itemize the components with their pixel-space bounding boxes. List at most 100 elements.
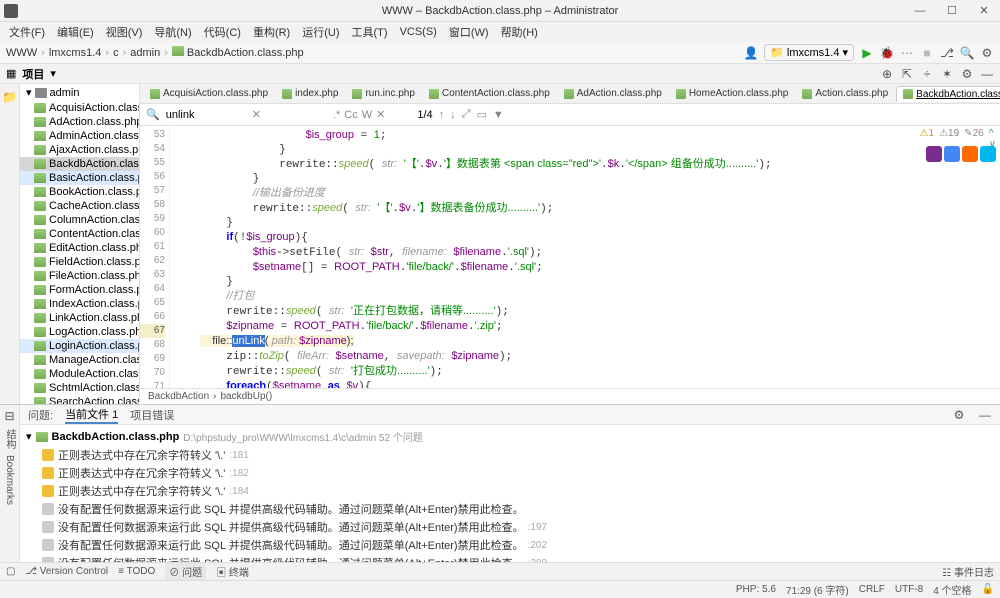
- case-icon[interactable]: Cc: [344, 109, 357, 121]
- tree-file-item[interactable]: AdminAction.class.ph: [20, 129, 139, 143]
- tree-file-item[interactable]: LoginAction.class.php: [20, 339, 139, 353]
- toolwin-toggle-icon[interactable]: ▢: [6, 566, 15, 577]
- issue-row[interactable]: 正则表达式中存在冗余字符转义 '\.':182: [20, 464, 1000, 482]
- menu-item[interactable]: 文件(F): [4, 22, 50, 42]
- tw-eventlog[interactable]: ☷ 事件日志: [942, 564, 994, 579]
- issue-row[interactable]: 正则表达式中存在冗余字符转义 '\.':181: [20, 446, 1000, 464]
- in-selection-icon[interactable]: ▭: [476, 108, 486, 121]
- tab-project-errors[interactable]: 项目错误: [130, 407, 174, 423]
- tree-file-item[interactable]: FieldAction.class.php: [20, 255, 139, 269]
- status-pos[interactable]: 71:29 (6 字符): [786, 582, 849, 597]
- structure-breadcrumb[interactable]: BackdbAction›backdbUp(): [140, 388, 1000, 404]
- code-body[interactable]: $is_group = 1; } rewrite::speed( str: '【…: [170, 126, 1000, 388]
- hide-icon[interactable]: —: [980, 67, 994, 81]
- tree-file-item[interactable]: IndexAction.class.php: [20, 297, 139, 311]
- menu-item[interactable]: 视图(V): [101, 22, 148, 42]
- line-gutter[interactable]: 5354555657585960616263646566676869707172…: [140, 126, 170, 388]
- tree-file-item[interactable]: FormAction.class.php: [20, 283, 139, 297]
- panel-hide-icon[interactable]: —: [978, 408, 992, 422]
- tree-folder-admin[interactable]: ▾ admin: [20, 84, 139, 101]
- next-match-icon[interactable]: ↓: [450, 109, 456, 121]
- issue-row[interactable]: 没有配置任何数据源来运行此 SQL 并提供高级代码辅助。通过问题菜单(Alt+E…: [20, 554, 1000, 562]
- tree-file-item[interactable]: ContentAction.class.p: [20, 227, 139, 241]
- menu-item[interactable]: 导航(N): [149, 22, 196, 42]
- tree-file-item[interactable]: BackdbAction.class.p: [20, 157, 139, 171]
- project-dropdown-icon[interactable]: ▾: [50, 67, 56, 80]
- project-label[interactable]: 项目: [22, 66, 44, 82]
- issue-row[interactable]: 没有配置任何数据源来运行此 SQL 并提供高级代码辅助。通过问题菜单(Alt+E…: [20, 536, 1000, 554]
- project-tool-button[interactable]: 📁: [3, 90, 17, 104]
- tree-file-item[interactable]: FileAction.class.php: [20, 269, 139, 283]
- settings-icon[interactable]: ⚙: [980, 46, 994, 60]
- editor-tab[interactable]: AdAction.class.php: [558, 86, 668, 101]
- tree-file-item[interactable]: LogAction.class.php: [20, 325, 139, 339]
- status-enc[interactable]: UTF-8: [895, 584, 923, 595]
- settings2-icon[interactable]: ⚙: [960, 67, 974, 81]
- status-sep[interactable]: CRLF: [859, 584, 885, 595]
- breadcrumb-segment[interactable]: lmxcms1.4: [49, 47, 102, 59]
- scroll-from-source-icon[interactable]: ⊕: [880, 67, 894, 81]
- menu-item[interactable]: 帮助(H): [496, 22, 543, 42]
- tree-file-item[interactable]: CacheAction.class.ph: [20, 199, 139, 213]
- panel-settings-icon[interactable]: ⚙: [952, 408, 966, 422]
- breadcrumb-segment[interactable]: c: [113, 47, 119, 59]
- regex-icon[interactable]: .*: [333, 109, 340, 121]
- clear-icon[interactable]: ✕: [252, 108, 261, 121]
- issue-row[interactable]: 没有配置任何数据源来运行此 SQL 并提供高级代码辅助。通过问题菜单(Alt+E…: [20, 500, 1000, 518]
- tab-current-file[interactable]: 当前文件 1: [65, 406, 118, 424]
- menu-item[interactable]: 窗口(W): [444, 22, 494, 42]
- editor-tab[interactable]: Action.class.php: [796, 86, 894, 101]
- tree-file-item[interactable]: SearchAction.class.ph: [20, 395, 139, 404]
- menu-item[interactable]: 重构(R): [248, 22, 295, 42]
- tw-terminal[interactable]: ▣ 终端: [216, 564, 249, 579]
- collapse-icon[interactable]: ✶: [940, 67, 954, 81]
- search-everywhere-icon[interactable]: 🔍: [960, 46, 974, 60]
- filter-icon[interactable]: ▼: [493, 109, 504, 121]
- editor-tab[interactable]: ContentAction.class.php: [423, 86, 556, 101]
- issue-file-header[interactable]: ▾ BackdbAction.class.php D:\phpstudy_pro…: [20, 427, 1000, 446]
- bookmarks-tool-button[interactable]: Bookmarks: [4, 455, 15, 505]
- issue-row[interactable]: 没有配置任何数据源来运行此 SQL 并提供高级代码辅助。通过问题菜单(Alt+E…: [20, 518, 1000, 536]
- user-icon[interactable]: 👤: [744, 46, 758, 60]
- tree-file-item[interactable]: AjaxAction.class.php: [20, 143, 139, 157]
- project-tree[interactable]: ▾ admin AcquisiAction.class.phAdAction.c…: [20, 84, 140, 404]
- prev-match-icon[interactable]: ↑: [439, 109, 445, 121]
- tree-file-item[interactable]: BookAction.class.php: [20, 185, 139, 199]
- tree-file-item[interactable]: ColumnAction.class.p: [20, 213, 139, 227]
- editor-tab[interactable]: run.inc.php: [346, 86, 420, 101]
- expand-all-icon[interactable]: ⇱: [900, 67, 914, 81]
- menu-item[interactable]: 工具(T): [347, 22, 393, 42]
- status-php[interactable]: PHP: 5.6: [736, 584, 776, 595]
- menu-item[interactable]: 代码(C): [199, 22, 246, 42]
- breadcrumb-segment[interactable]: BackdbAction.class.php: [172, 46, 304, 59]
- tree-file-item[interactable]: AdAction.class.php: [20, 115, 139, 129]
- structure-tool-button[interactable]: 结构: [2, 429, 17, 449]
- run-config-dropdown[interactable]: 📁lmxcms1.4▾: [764, 44, 854, 61]
- editor-tab[interactable]: HomeAction.class.php: [670, 86, 795, 101]
- collapse-all-icon[interactable]: ⊟: [3, 409, 17, 423]
- breadcrumb[interactable]: WWW›lmxcms1.4›c›admin›BackdbAction.class…: [6, 46, 304, 59]
- breadcrumb-segment[interactable]: WWW: [6, 47, 37, 59]
- menu-item[interactable]: VCS(S): [395, 24, 442, 40]
- tw-problems[interactable]: ⊘ 问题: [165, 563, 206, 580]
- status-indent[interactable]: 4 个空格: [933, 582, 971, 597]
- words-icon[interactable]: W: [362, 109, 372, 121]
- editor-tab[interactable]: index.php: [276, 86, 344, 101]
- minimize-button[interactable]: —: [908, 5, 932, 17]
- debug-button[interactable]: 🐞: [880, 46, 894, 60]
- select-all-icon[interactable]: ⤢: [462, 108, 471, 121]
- editor-tab[interactable]: BackdbAction.class.php: [896, 86, 1000, 102]
- tree-file-item[interactable]: BasicAction.class.php: [20, 171, 139, 185]
- close-button[interactable]: ✕: [972, 4, 996, 17]
- more-run-icon[interactable]: ⋯: [900, 46, 914, 60]
- menu-item[interactable]: 运行(U): [297, 22, 344, 42]
- browser-preview-icons[interactable]: [926, 146, 996, 162]
- code-editor[interactable]: 5354555657585960616263646566676869707172…: [140, 126, 1000, 388]
- divide-icon[interactable]: ÷: [920, 67, 934, 81]
- stop-button[interactable]: ■: [920, 46, 934, 60]
- vcs-branch-icon[interactable]: ⎇: [940, 46, 954, 60]
- tree-file-item[interactable]: LinkAction.class.php: [20, 311, 139, 325]
- tw-vcs[interactable]: ⎇ Version Control: [25, 566, 108, 577]
- tw-todo[interactable]: ≡ TODO: [118, 566, 155, 577]
- maximize-button[interactable]: ☐: [940, 4, 964, 17]
